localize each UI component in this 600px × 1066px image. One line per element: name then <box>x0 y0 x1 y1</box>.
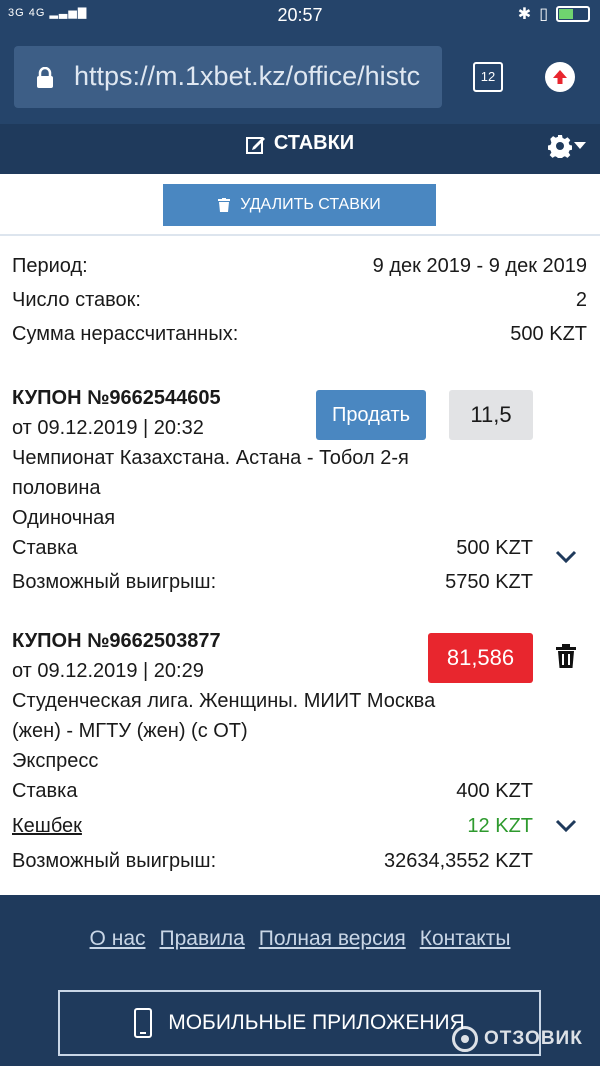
settings-menu-button[interactable] <box>548 134 586 158</box>
coupon-date: от 09.12.2019 | 20:29 <box>12 660 204 682</box>
stake-label: Ставка <box>12 537 78 559</box>
stake-label: Ставка <box>12 780 78 802</box>
possible-win-label: Возможный выигрыш: <box>12 850 217 872</box>
arrow-up-icon <box>553 70 567 84</box>
lock-icon <box>37 67 53 88</box>
gear-icon <box>548 135 572 158</box>
period-value: 9 дек 2019 - 9 дек 2019 <box>372 255 587 277</box>
vibrate-icon: ▯ <box>539 6 548 23</box>
period-label: Период: <box>12 255 88 277</box>
divider <box>0 234 600 236</box>
delete-bets-button[interactable]: УДАЛИТЬ СТАВКИ <box>163 184 436 226</box>
footer-link-full-version[interactable]: Полная версия <box>259 927 406 951</box>
trash-icon <box>218 198 231 212</box>
coefficient-badge: 81,586 <box>428 633 533 683</box>
watermark-logo-icon <box>452 1026 478 1052</box>
stake-value: 500 KZT <box>456 537 533 559</box>
possible-win-value: 5750 KZT <box>445 571 533 593</box>
page-title-wrap: СТАВКИ <box>0 132 600 155</box>
coupon-event: Чемпионат Казахстана. Астана - Тобол 2-я <box>12 447 409 469</box>
bet-count-value: 2 <box>575 289 587 311</box>
coupon-date: от 09.12.2019 | 20:32 <box>12 417 204 439</box>
sell-button[interactable]: Продать <box>316 390 426 440</box>
delete-bets-label: УДАЛИТЬ СТАВКИ <box>240 196 381 213</box>
coupon-type: Экспресс <box>12 750 99 772</box>
coupon-type: Одиночная <box>12 507 116 529</box>
browser-toolbar: https://m.1xbet.kz/office/histc 12 <box>0 30 600 124</box>
url-text: https://m.1xbet.kz/office/histc <box>74 61 421 91</box>
cashback-link[interactable]: Кешбек <box>12 815 82 838</box>
footer-link-rules[interactable]: Правила <box>160 927 245 951</box>
page-title: СТАВКИ <box>273 132 355 154</box>
coupon-event-cont: половина <box>12 477 101 499</box>
chevron-down-icon[interactable] <box>555 550 577 564</box>
coupon-event-cont: (жен) - МГТУ (жен) (с ОТ) <box>12 720 248 742</box>
footer-links: О нас Правила Полная версия Контакты <box>0 927 600 951</box>
caret-down-icon <box>574 142 586 149</box>
page-header: СТАВКИ <box>0 124 600 174</box>
tabs-count-button[interactable]: 12 <box>473 62 503 92</box>
trash-icon[interactable] <box>556 644 576 668</box>
edit-icon <box>245 136 265 154</box>
watermark: ОТЗОВИК <box>452 1026 583 1052</box>
status-bar: 3G 4G ▂▃▅▇ 20:57 ✱ ▯ <box>0 0 600 30</box>
status-time: 20:57 <box>277 5 323 25</box>
bet-count-label: Число ставок: <box>12 289 141 311</box>
stake-value: 400 KZT <box>456 780 533 802</box>
status-icons: ✱ ▯ <box>518 4 590 24</box>
unsettled-label: Сумма нерассчитанных: <box>12 323 239 345</box>
coupon-event: Студенческая лига. Женщины. МИИТ Москва <box>12 690 436 712</box>
footer-link-contacts[interactable]: Контакты <box>420 927 511 951</box>
bets-content: УДАЛИТЬ СТАВКИ Период: 9 дек 2019 - 9 де… <box>0 174 600 895</box>
possible-win-value: 32634,3552 KZT <box>384 850 533 872</box>
cashback-value: 12 KZT <box>467 815 533 837</box>
coupon-title: КУПОН №9662503877 <box>12 630 221 652</box>
bluetooth-icon: ✱ <box>517 6 532 23</box>
coefficient-badge: 11,5 <box>449 390 533 440</box>
coupon-title: КУПОН №9662544605 <box>12 387 221 409</box>
mobile-apps-label: МОБИЛЬНЫЕ ПРИЛОЖЕНИЯ <box>168 1011 465 1034</box>
watermark-text: ОТЗОВИК <box>484 1028 583 1049</box>
footer-link-about[interactable]: О нас <box>90 927 146 951</box>
address-bar[interactable]: https://m.1xbet.kz/office/histc <box>14 46 442 108</box>
update-button[interactable] <box>545 62 575 92</box>
chevron-down-icon[interactable] <box>555 819 577 833</box>
battery-icon <box>556 6 590 22</box>
smartphone-icon <box>134 1008 153 1038</box>
possible-win-label: Возможный выигрыш: <box>12 571 217 593</box>
unsettled-value: 500 KZT <box>510 323 587 345</box>
